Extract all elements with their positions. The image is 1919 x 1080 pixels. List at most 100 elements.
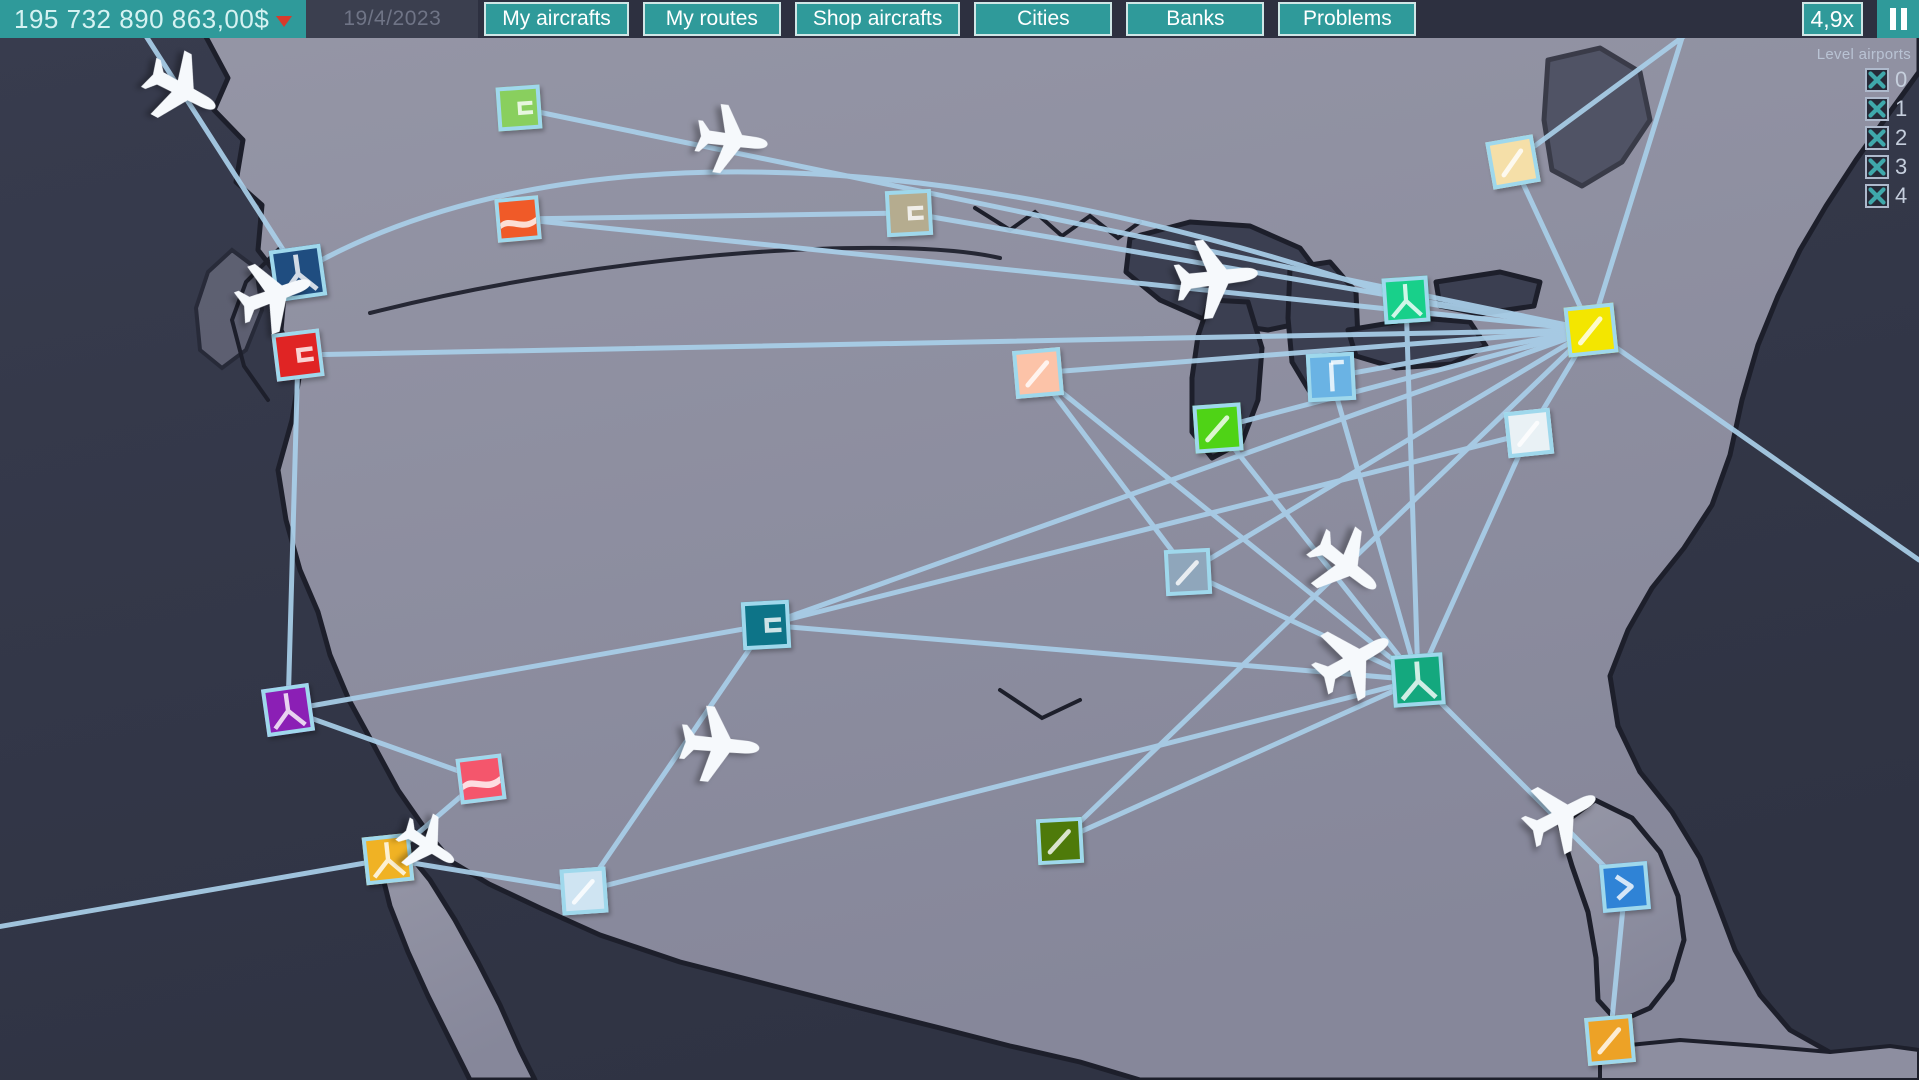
airport-square: [1163, 547, 1213, 597]
airport-logo: [366, 837, 410, 881]
ap-denver-teal[interactable]: [740, 599, 792, 651]
ap-sanfran-red[interactable]: [271, 328, 325, 382]
airport-square: [271, 328, 325, 382]
nav-my-aircrafts[interactable]: My aircrafts: [484, 2, 629, 36]
ap-phoenix-pink[interactable]: [455, 753, 507, 805]
airport-square: [740, 599, 792, 651]
airline-logo-tri: [282, 254, 319, 296]
airport-square: [268, 243, 328, 303]
airport-square: [495, 84, 543, 132]
airport-logo: [889, 193, 929, 233]
airport-logo: [1168, 552, 1208, 592]
airline-logo-bracket: [517, 100, 534, 116]
nav-my-routes[interactable]: My routes: [642, 2, 781, 36]
triangle-down-icon: [276, 16, 293, 27]
legend-row-list: 0 1 2 3 4: [1865, 67, 1911, 212]
legend-label-level-0: 0: [1895, 67, 1908, 92]
airport-square: [559, 866, 609, 916]
legend-label-level-3: 3: [1895, 154, 1908, 179]
ap-elpaso-pale[interactable]: [559, 866, 609, 916]
airport-square: [1305, 351, 1357, 403]
airport-logo: [1508, 412, 1550, 454]
ap-miami-orange[interactable]: [1583, 1013, 1637, 1067]
ap-minneapolis-tan[interactable]: [884, 188, 934, 238]
legend-checkbox-level-2[interactable]: [1865, 126, 1889, 150]
airport-square: [1390, 652, 1446, 708]
ap-vegas-purple[interactable]: [260, 682, 316, 738]
legend-label-level-2: 2: [1895, 125, 1908, 150]
airport-square: [884, 188, 934, 238]
ap-portland-orange[interactable]: [494, 195, 542, 243]
level-airports-legend: Level airports 0 1 2 3 4: [1817, 46, 1911, 212]
ap-philly-pale[interactable]: [1503, 407, 1555, 459]
legend-row-level-2[interactable]: 2: [1865, 125, 1911, 151]
airport-logo: [1310, 356, 1352, 398]
airport-logo: [1386, 280, 1427, 321]
airport-logo: [1588, 1018, 1631, 1061]
nav-button-group: My aircrafts My routes Shop aircrafts Ci…: [478, 0, 1426, 38]
x-mark-icon: [1868, 187, 1886, 205]
legend-checkbox-level-1[interactable]: [1865, 97, 1889, 121]
pause-icon-bar-left: [1889, 8, 1896, 30]
airport-square: [1583, 1013, 1637, 1067]
airport-logo: [745, 604, 787, 646]
date-display: 19/4/2023: [306, 0, 479, 38]
airport-square: [1192, 402, 1244, 454]
airline-logo-wave: [500, 216, 537, 230]
legend-checkbox-level-4[interactable]: [1865, 184, 1889, 208]
airport-square: [1381, 275, 1431, 325]
pause-button[interactable]: [1877, 0, 1919, 38]
airport-logo: [1490, 139, 1536, 185]
airline-logo-tri: [1400, 661, 1438, 702]
ap-seattle-green[interactable]: [495, 84, 543, 132]
airline-logo-slash: [1047, 829, 1071, 855]
ap-sandiego-gold[interactable]: [361, 832, 415, 886]
legend-checkbox-level-3[interactable]: [1865, 155, 1889, 179]
game-speed-button[interactable]: 4,9x: [1801, 2, 1863, 36]
airline-logo-slash: [1597, 1027, 1622, 1055]
airport-logo: [460, 758, 502, 800]
legend-row-level-1[interactable]: 1: [1865, 96, 1911, 122]
legend-row-level-4[interactable]: 4: [1865, 183, 1911, 209]
airline-logo-slash: [1501, 148, 1524, 178]
airport-logo: [273, 248, 323, 298]
legend-row-level-0[interactable]: 0: [1865, 67, 1911, 93]
ap-boston-cream[interactable]: [1485, 134, 1541, 190]
airport-logo: [276, 333, 321, 378]
caribbean-island: [1598, 1038, 1919, 1080]
nav-problems[interactable]: Problems: [1278, 2, 1417, 36]
ap-detroit-teal[interactable]: [1381, 275, 1431, 325]
airline-logo-slash: [1205, 415, 1230, 443]
map-canvas[interactable]: [0, 0, 1919, 1080]
airline-logo-bar: [1328, 359, 1344, 392]
nav-shop-aircrafts[interactable]: Shop aircrafts: [794, 2, 961, 36]
landmass-group: [166, 0, 1919, 1080]
ap-houston-olive[interactable]: [1035, 816, 1085, 866]
ap-atlanta-hub[interactable]: [1390, 652, 1446, 708]
x-mark-icon: [1868, 100, 1886, 118]
legend-checkbox-level-0[interactable]: [1865, 68, 1889, 92]
ap-stlouis-peach[interactable]: [1011, 346, 1065, 400]
airport-logo: [564, 871, 605, 912]
ap-newyork-yellow[interactable]: [1563, 302, 1619, 358]
legend-title: Level airports: [1816, 46, 1911, 63]
nav-cities[interactable]: Cities: [974, 2, 1113, 36]
airport-square: [1598, 860, 1652, 914]
x-mark-icon: [1868, 158, 1886, 176]
legend-row-level-3[interactable]: 3: [1865, 154, 1911, 180]
money-display[interactable]: 195 732 890 863,00$: [0, 0, 307, 38]
airline-logo-bracket: [907, 205, 924, 221]
nav-banks[interactable]: Banks: [1126, 2, 1265, 36]
ap-indy-green[interactable]: [1192, 402, 1244, 454]
airport-square: [455, 753, 507, 805]
ap-sanfran-navy[interactable]: [268, 243, 328, 303]
ap-florida-blue[interactable]: [1598, 860, 1652, 914]
airline-logo-bracket: [764, 617, 782, 633]
ap-chicago-blue[interactable]: [1305, 351, 1357, 403]
airline-logo-slash: [1025, 360, 1050, 388]
airport-square: [1503, 407, 1555, 459]
airport-square: [1563, 302, 1619, 358]
ap-nashville-steel[interactable]: [1163, 547, 1213, 597]
airport-logo: [498, 199, 537, 238]
airport-square: [1011, 346, 1065, 400]
